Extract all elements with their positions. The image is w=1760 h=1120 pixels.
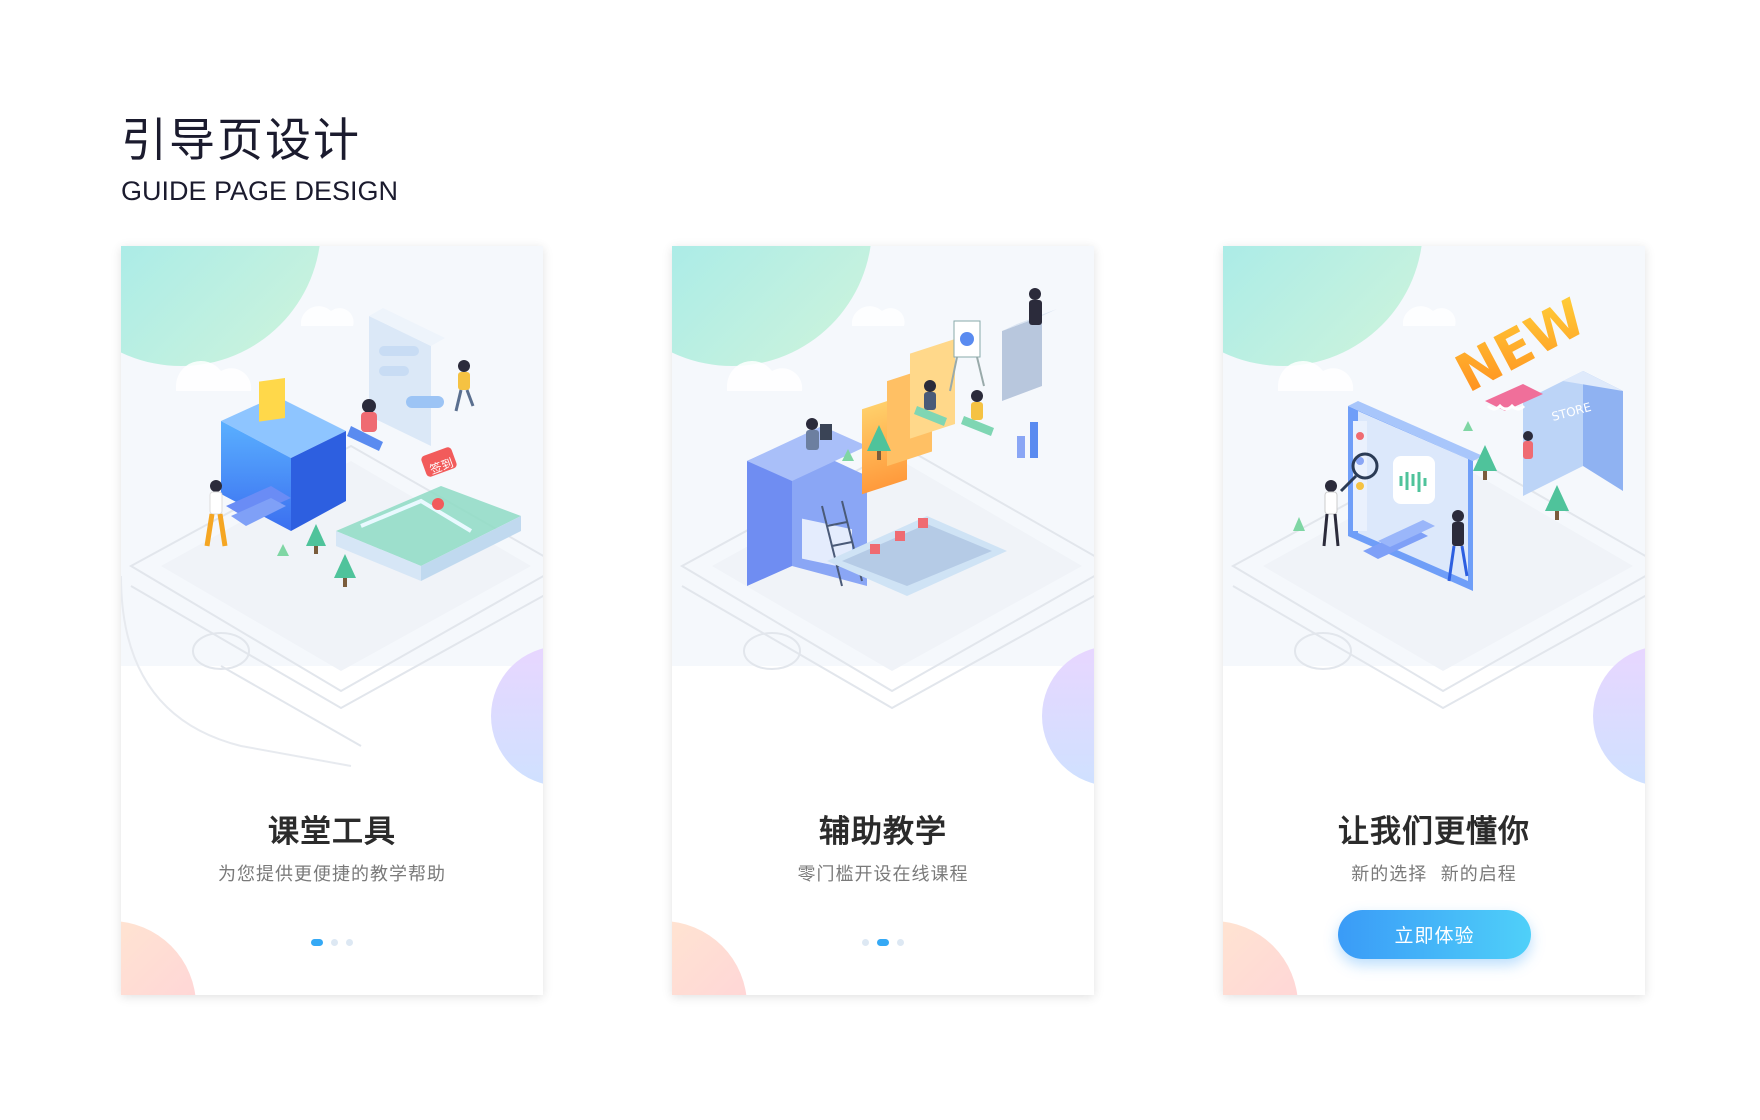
card-subtitle: 零门槛开设在线课程 bbox=[797, 864, 969, 885]
page-dot-3[interactable] bbox=[346, 939, 353, 946]
page-indicator bbox=[672, 939, 1094, 946]
page-dot-1[interactable] bbox=[862, 939, 869, 946]
page-indicator bbox=[121, 939, 543, 946]
page-dot-3[interactable] bbox=[897, 939, 904, 946]
card-title: 让我们更懂你 bbox=[1338, 814, 1530, 850]
try-now-button[interactable]: 立即体验 bbox=[1338, 910, 1531, 959]
guide-card-teaching-assist: 辅助教学 零门槛开设在线课程 bbox=[672, 246, 1094, 995]
card-subtitle: 新的选择 新的启程 bbox=[1351, 864, 1517, 885]
page-title: 引导页设计 bbox=[121, 113, 361, 167]
guide-card-know-you: NEW STORE 让我们更懂你 新的选择 新的启程 立即体验 bbox=[1223, 246, 1645, 995]
page-dot-1[interactable] bbox=[311, 939, 323, 946]
page-subtitle: GUIDE PAGE DESIGN bbox=[121, 176, 399, 206]
page-dot-2[interactable] bbox=[331, 939, 338, 946]
page-dot-2[interactable] bbox=[877, 939, 889, 946]
card-title: 辅助教学 bbox=[819, 814, 947, 850]
card-title: 课堂工具 bbox=[268, 814, 396, 850]
guide-card-classroom-tools: 签到 课堂工具 为您提供更便捷的教学帮助 bbox=[121, 246, 543, 995]
card-subtitle: 为您提供更便捷的教学帮助 bbox=[218, 864, 446, 885]
